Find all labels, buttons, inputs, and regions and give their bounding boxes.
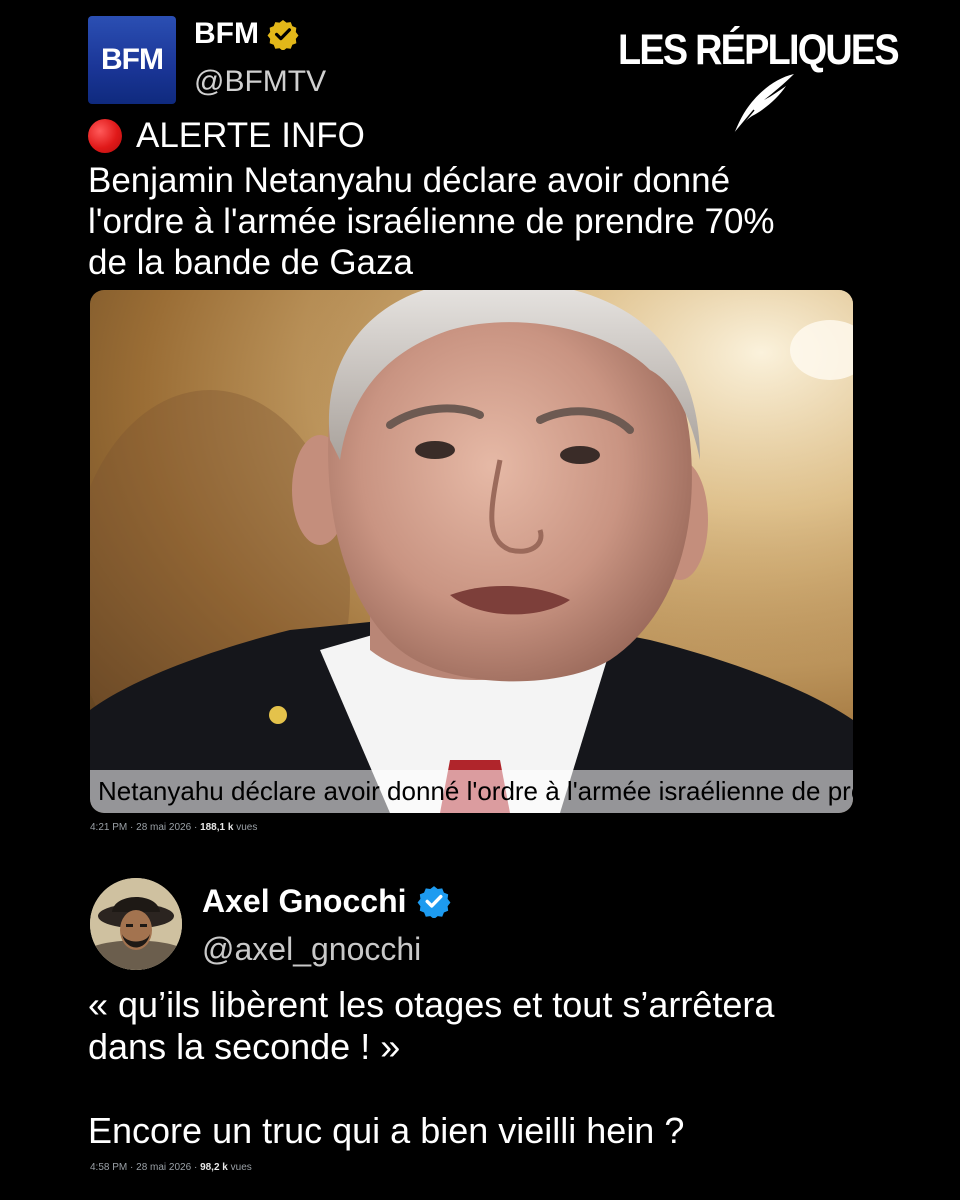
bfm-logo[interactable]: BFM <box>88 16 176 104</box>
avatar[interactable] <box>90 878 182 970</box>
avatar-illustration <box>90 878 182 970</box>
tweet1-text-line: Benjamin Netanyahu déclare avoir donné <box>88 161 731 200</box>
tweet1-photo[interactable]: Netanyahu déclare avoir donné l'ordre à … <box>90 290 853 813</box>
tweet2-text-line <box>88 1068 928 1110</box>
tweet2-text: « qu’ils libèrent les otages et tout s’a… <box>88 984 928 1152</box>
tweet2-author-name-text: Axel Gnocchi <box>202 883 407 919</box>
tweet1-text: Benjamin Netanyahu déclare avoir donné l… <box>88 160 908 283</box>
tweet2-author-name[interactable]: Axel Gnocchi <box>202 882 451 920</box>
quill-icon <box>733 74 794 135</box>
portrait-illustration <box>90 290 853 813</box>
tweet2-views-label: vues <box>227 1162 252 1173</box>
tweet1-meta: 4:21 PM · 28 mai 2026 · 188,1 k vues <box>90 822 257 833</box>
tweet1-photo-caption: Netanyahu déclare avoir donné l'ordre à … <box>90 770 853 813</box>
brand-title: LES RÉPLIQUES <box>618 26 900 74</box>
tweet2-text-line: Encore un truc qui a bien vieilli hein ? <box>88 1110 685 1151</box>
tweet1-text-line: l'ordre à l'armée israélienne de prendre… <box>88 202 775 241</box>
tweet2-views: 98,2 k <box>200 1162 228 1173</box>
tweet2-meta: 4:58 PM · 28 mai 2026 · 98,2 k vues <box>90 1162 252 1173</box>
tweet1-views: 188,1 k <box>200 822 234 833</box>
gold-verified-icon <box>267 20 299 50</box>
tweet1-author-name[interactable]: BFM <box>194 16 299 52</box>
blue-verified-icon <box>417 886 450 918</box>
tweet2-timestamp[interactable]: 4:58 PM · 28 mai 2026 · <box>90 1162 200 1173</box>
red-circle-icon <box>88 119 122 153</box>
tweet1-text-line: de la bande de Gaza <box>88 243 413 282</box>
tweet1-views-label: vues <box>233 822 258 833</box>
tweet2-author-handle[interactable]: @axel_gnocchi <box>202 930 421 968</box>
tweet1-alert-label: ALERTE INFO <box>136 116 365 155</box>
tweet1-author-handle[interactable]: @BFMTV <box>194 64 326 100</box>
tweet1-alert: ALERTE INFO <box>88 116 365 156</box>
tweet1-author-name-text: BFM <box>194 17 259 50</box>
tweet2-text-line: dans la seconde ! » <box>88 1026 401 1067</box>
tweet2-text-line: « qu’ils libèrent les otages et tout s’a… <box>88 984 775 1025</box>
tweet1-timestamp[interactable]: 4:21 PM · 28 mai 2026 · <box>90 822 200 833</box>
